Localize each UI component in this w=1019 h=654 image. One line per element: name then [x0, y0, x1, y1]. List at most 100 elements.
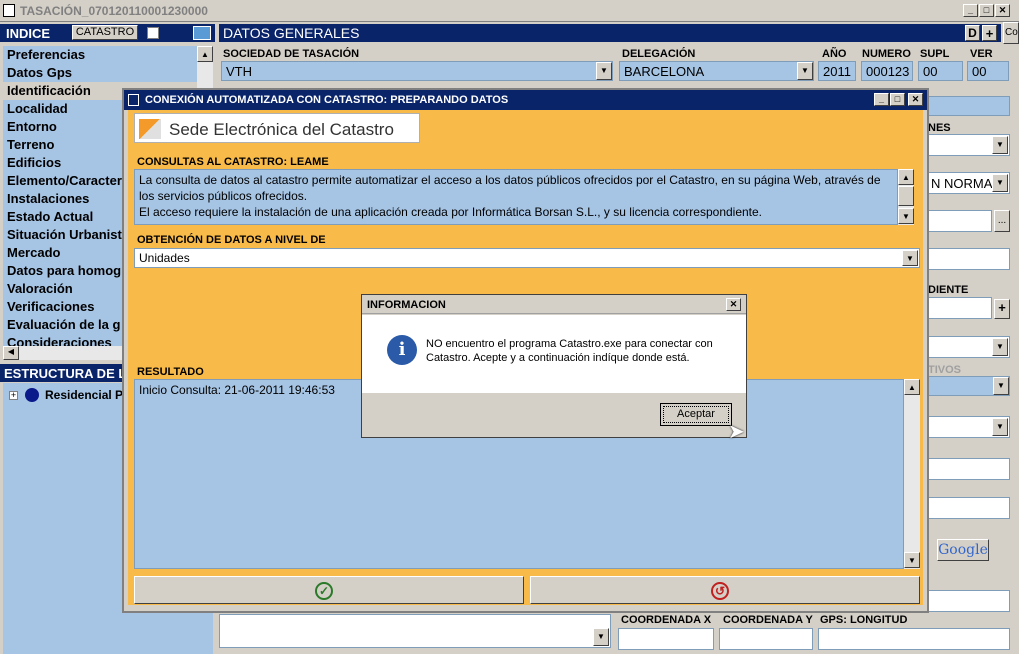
- bottom-textarea[interactable]: ▼: [219, 614, 611, 648]
- scroll-up-arrow[interactable]: ▲: [197, 46, 213, 62]
- anio-label: AÑO: [822, 48, 847, 60]
- numero-label: NUMERO: [862, 48, 911, 60]
- right-label-3: DIENTE: [928, 284, 969, 296]
- right-field-1[interactable]: [928, 96, 1010, 116]
- cancel-button[interactable]: ↺: [530, 576, 920, 604]
- resultado-label: RESULTADO: [137, 366, 204, 378]
- right-label-4: TIVOS: [928, 364, 962, 376]
- dialog-maximize-button[interactable]: □: [890, 93, 905, 106]
- panel-icon[interactable]: [193, 26, 211, 40]
- sociedad-value: VTH: [226, 64, 252, 79]
- indice-header: INDICE CATASTRO: [0, 24, 215, 42]
- right-field-6[interactable]: [928, 497, 1010, 519]
- datos-title: DATOS GENERALES: [223, 25, 360, 41]
- dialog-titlebar: CONEXIÓN AUTOMATIZADA CON CATASTRO: PREP…: [124, 90, 927, 110]
- indice-item[interactable]: Preferencias: [3, 46, 197, 64]
- obtencion-label: OBTENCIÓN DE DATOS A NIVEL DE: [137, 234, 326, 246]
- catastro-checkbox[interactable]: [147, 27, 159, 39]
- brand-box: Sede Electrónica del Catastro: [134, 113, 420, 143]
- tree-expand-icon[interactable]: +: [9, 391, 18, 400]
- catastro-logo-icon: [139, 119, 161, 139]
- indice-item[interactable]: Datos Gps: [3, 64, 197, 82]
- dialog-minimize-button[interactable]: _: [874, 93, 889, 106]
- scroll-left-arrow[interactable]: ◀: [3, 346, 19, 360]
- right-select-3[interactable]: ▼: [928, 336, 1010, 358]
- right-label-1: NES: [928, 122, 951, 134]
- right-select-2[interactable]: N NORMA ▼: [928, 172, 1010, 194]
- scroll-up-arrow[interactable]: ▲: [904, 379, 920, 395]
- info-close-button[interactable]: ✕: [726, 298, 741, 311]
- dialog-close-button[interactable]: ✕: [908, 93, 923, 106]
- scroll-thumb[interactable]: [898, 186, 914, 206]
- estructura-title: ESTRUCTURA DE L: [4, 366, 127, 381]
- window-title: TASACIÓN_070120110001230000: [20, 4, 208, 18]
- chevron-down-icon[interactable]: ▼: [593, 628, 609, 646]
- consultas-scrollbar[interactable]: ▲ ▼: [898, 169, 914, 225]
- google-button[interactable]: Google: [937, 539, 989, 561]
- delegacion-value: BARCELONA: [624, 64, 705, 79]
- coord-y-field[interactable]: [719, 628, 813, 650]
- anio-field[interactable]: 2011: [818, 61, 856, 81]
- maximize-button[interactable]: □: [979, 4, 994, 17]
- close-button[interactable]: ✕: [995, 4, 1010, 17]
- chevron-down-icon[interactable]: ▼: [992, 136, 1008, 154]
- coord-x-label: COORDENADA X: [621, 614, 712, 626]
- right-select-4[interactable]: ▼: [928, 376, 1010, 396]
- d-button[interactable]: D: [965, 25, 980, 41]
- minimize-button[interactable]: _: [963, 4, 978, 17]
- coord-y-label: COORDENADA Y: [723, 614, 813, 626]
- obtencion-select[interactable]: Unidades ▼: [134, 248, 920, 268]
- numero-field[interactable]: 000123: [861, 61, 913, 81]
- app-icon: [3, 4, 15, 17]
- sociedad-label: SOCIEDAD DE TASACIÓN: [223, 48, 360, 60]
- chevron-down-icon[interactable]: ▼: [993, 377, 1009, 395]
- obtencion-value: Unidades: [139, 251, 190, 265]
- right-select-5[interactable]: ▼: [928, 416, 1010, 438]
- ver-field[interactable]: 00: [967, 61, 1009, 81]
- supl-label: SUPL: [920, 48, 950, 60]
- info-title: INFORMACION: [367, 299, 446, 311]
- coord-x-field[interactable]: [618, 628, 714, 650]
- chevron-down-icon[interactable]: ▼: [596, 62, 612, 80]
- consultas-label: CONSULTAS AL CATASTRO: LEAME: [137, 156, 329, 168]
- brand-text: Sede Electrónica del Catastro: [169, 120, 394, 139]
- aceptar-button[interactable]: Aceptar: [660, 403, 732, 426]
- tree-item[interactable]: Residencial P: [45, 388, 123, 402]
- gps-label: GPS: LONGITUD: [820, 614, 908, 626]
- dialog-title: CONEXIÓN AUTOMATIZADA CON CATASTRO: PREP…: [145, 94, 509, 106]
- scroll-down-arrow[interactable]: ▼: [898, 208, 914, 224]
- chevron-down-icon[interactable]: ▼: [992, 338, 1008, 356]
- right-field-2[interactable]: [928, 210, 992, 232]
- chevron-down-icon[interactable]: ▼: [902, 250, 918, 266]
- right-field-5[interactable]: [928, 458, 1010, 480]
- chevron-down-icon[interactable]: ▼: [992, 418, 1008, 436]
- info-icon: i: [387, 335, 417, 365]
- right-field-4[interactable]: [928, 297, 992, 319]
- right-select-2-value: N NORMA: [931, 176, 993, 191]
- scroll-down-arrow[interactable]: ▼: [904, 552, 920, 568]
- resultado-scrollbar[interactable]: ▲ ▼: [904, 379, 920, 569]
- delegacion-select[interactable]: BARCELONA ▼: [619, 61, 814, 81]
- right-field-3[interactable]: [928, 248, 1010, 270]
- add-icon[interactable]: +: [994, 299, 1010, 319]
- add-button[interactable]: +: [982, 25, 997, 41]
- tree-node-icon: [25, 388, 39, 402]
- sociedad-select[interactable]: VTH ▼: [221, 61, 613, 81]
- info-message: NO encuentro el programa Catastro.exe pa…: [426, 338, 713, 364]
- chevron-down-icon[interactable]: ▼: [797, 62, 813, 80]
- undo-icon: ↺: [711, 582, 729, 600]
- chevron-down-icon[interactable]: ▼: [992, 174, 1008, 192]
- ok-button[interactable]: ✓: [134, 576, 524, 604]
- right-select-1[interactable]: ▼: [928, 134, 1010, 156]
- indice-title: INDICE: [6, 26, 51, 41]
- gps-field[interactable]: [818, 628, 1010, 650]
- dialog-icon: [128, 94, 139, 106]
- delegacion-label: DELEGACIÓN: [622, 48, 696, 60]
- browse-button[interactable]: ...: [994, 210, 1010, 232]
- catastro-button[interactable]: CATASTRO: [72, 25, 138, 40]
- scroll-up-arrow[interactable]: ▲: [898, 169, 914, 185]
- clipped-button[interactable]: Co: [1003, 22, 1019, 44]
- check-icon: ✓: [315, 582, 333, 600]
- supl-field[interactable]: 00: [918, 61, 963, 81]
- right-field-7[interactable]: [928, 590, 1010, 612]
